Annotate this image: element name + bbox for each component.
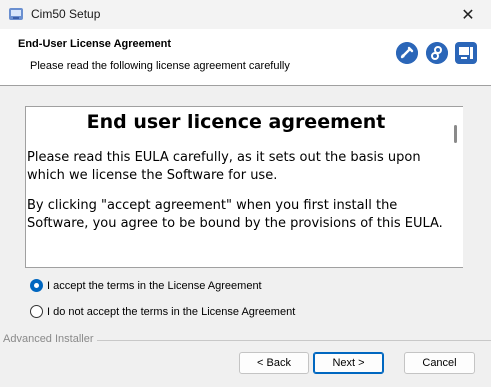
- title-bar: Cim50 Setup ✕: [0, 0, 491, 29]
- next-button[interactable]: Next >: [313, 352, 384, 374]
- close-button[interactable]: ✕: [445, 0, 491, 29]
- accept-option[interactable]: I accept the terms in the License Agreem…: [30, 279, 262, 292]
- close-icon: ✕: [461, 6, 475, 24]
- accept-label[interactable]: I accept the terms in the License Agreem…: [47, 280, 262, 292]
- computer-icon: [455, 42, 477, 64]
- decline-radio[interactable]: [30, 305, 43, 318]
- decline-label[interactable]: I do not accept the terms in the License…: [47, 306, 295, 318]
- accept-radio[interactable]: [30, 279, 43, 292]
- divider: [95, 340, 491, 341]
- cancel-button[interactable]: Cancel: [404, 352, 475, 374]
- window-title: Cim50 Setup: [31, 7, 101, 21]
- eula-paragraph: By clicking "accept agreement" when you …: [27, 198, 443, 231]
- gear-icon: [426, 42, 448, 64]
- brand-label: Advanced Installer: [3, 333, 97, 345]
- back-button[interactable]: < Back: [239, 352, 309, 374]
- decline-option[interactable]: I do not accept the terms in the License…: [30, 305, 295, 318]
- license-text-box[interactable]: End user licence agreement Please read t…: [25, 106, 463, 268]
- tools-icon: [396, 42, 418, 64]
- page-title: End-User License Agreement: [18, 38, 172, 50]
- scrollbar-thumb[interactable]: [454, 125, 457, 143]
- installer-app-icon: [9, 8, 23, 20]
- dialog-header: End-User License Agreement Please read t…: [0, 29, 491, 86]
- eula-heading: End user licence agreement: [86, 111, 386, 133]
- eula-paragraph: Please read this EULA carefully, as it s…: [27, 150, 421, 183]
- page-subtitle: Please read the following license agreem…: [30, 60, 290, 72]
